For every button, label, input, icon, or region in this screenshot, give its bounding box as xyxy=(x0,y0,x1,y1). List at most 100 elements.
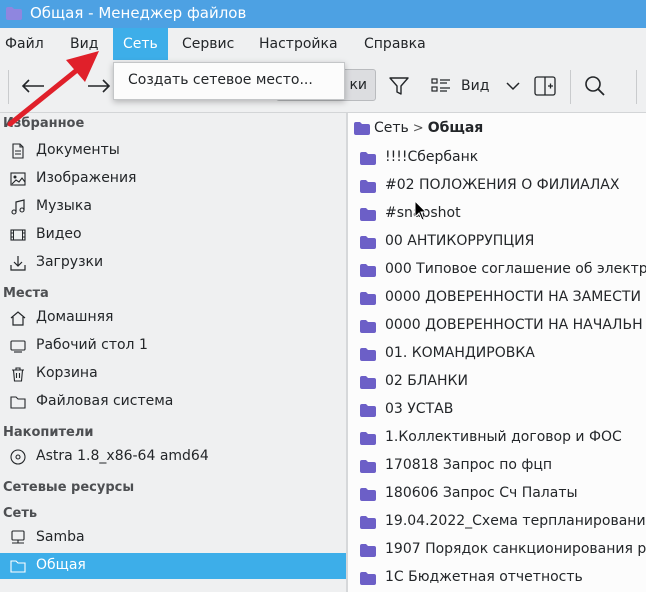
menu-service[interactable]: Сервис xyxy=(172,28,244,60)
folder-icon xyxy=(360,236,376,249)
back-button[interactable] xyxy=(18,74,48,98)
section-drives-header: Накопители xyxy=(3,425,94,440)
search-icon xyxy=(585,76,605,96)
details-view-icon xyxy=(431,78,450,92)
breadcrumb-current[interactable]: Общая xyxy=(428,120,484,136)
window-title: Общая - Менеджер файлов xyxy=(30,4,247,22)
folder-icon xyxy=(360,320,376,333)
sidebar-item-samba[interactable]: Samba xyxy=(0,525,346,551)
sidebar-item-video[interactable]: Видео xyxy=(0,222,346,248)
sidebar-item-label: Astra 1.8_x86-64 amd64 xyxy=(36,448,209,464)
sidebar-item-music[interactable]: Музыка xyxy=(0,194,346,220)
locations-button-label: ки xyxy=(349,77,367,93)
folder-icon xyxy=(360,544,376,557)
folder-icon xyxy=(360,208,376,221)
file-name: 01. КОМАНДИРОВКА xyxy=(385,345,535,361)
music-icon xyxy=(11,199,25,215)
folder-icon xyxy=(360,264,376,277)
document-icon xyxy=(12,143,24,159)
file-item[interactable]: 000 Типовое соглашение об электр xyxy=(348,257,646,285)
section-places-header: Места xyxy=(3,286,49,301)
desktop-icon xyxy=(10,340,26,353)
menu-item-create-network-place[interactable]: Создать сетевое место... xyxy=(128,72,313,88)
file-item[interactable]: 1907 Порядок санкционирования р xyxy=(348,537,646,565)
section-network-header: Сеть xyxy=(3,506,38,521)
disc-icon xyxy=(10,449,26,465)
network-icon xyxy=(11,530,25,544)
file-item[interactable]: 02 БЛАНКИ xyxy=(348,369,646,397)
file-item[interactable]: !!!!Сбербанк xyxy=(348,145,646,173)
file-name: 02 БЛАНКИ xyxy=(385,373,468,389)
file-item[interactable]: 00 АНТИКОРРУПЦИЯ xyxy=(348,229,646,257)
folder-icon xyxy=(360,376,376,389)
view-mode-label: Вид xyxy=(461,78,490,94)
filter-icon xyxy=(389,77,409,95)
breadcrumb-parent[interactable]: Сеть xyxy=(374,120,409,136)
sidebar-item-label: Документы xyxy=(36,142,120,158)
sidebar-item-images[interactable]: Изображения xyxy=(0,166,346,192)
sidebar-item-trash[interactable]: Корзина xyxy=(0,361,346,387)
home-icon xyxy=(10,311,26,326)
sidebar-item-label: Музыка xyxy=(36,198,92,214)
folder-icon xyxy=(354,121,370,135)
menu-bar: Файл Вид Сеть Сервис Настройка Справка xyxy=(0,28,646,60)
places-panel: Избранное Документы Изображения Музыка В… xyxy=(0,113,346,592)
file-item[interactable]: 03 УСТАВ xyxy=(348,397,646,425)
sidebar-item-downloads[interactable]: Загрузки xyxy=(0,250,346,276)
folder-icon xyxy=(10,396,26,409)
file-name: !!!!Сбербанк xyxy=(385,149,479,165)
file-item[interactable]: #02 ПОЛОЖЕНИЯ О ФИЛИАЛАХ xyxy=(348,173,646,201)
forward-button[interactable] xyxy=(84,74,114,98)
file-item[interactable]: #snapshot xyxy=(348,201,646,229)
menu-file[interactable]: Файл xyxy=(0,28,54,60)
folder-icon xyxy=(360,460,376,473)
file-name: 0000 ДОВЕРЕННОСТИ НА НАЧАЛЬН xyxy=(385,317,643,333)
filter-button[interactable] xyxy=(386,74,412,98)
file-item[interactable]: 19.04.2022_Схема терпланировани xyxy=(348,509,646,537)
menu-help[interactable]: Справка xyxy=(354,28,436,60)
file-name: 180606 Запрос Сч Палаты xyxy=(385,485,578,501)
file-item[interactable]: 170818 Запрос по фцп xyxy=(348,453,646,481)
menu-settings[interactable]: Настройка xyxy=(249,28,348,60)
folder-icon xyxy=(360,292,376,305)
file-item[interactable]: 01. КОМАНДИРОВКА xyxy=(348,341,646,369)
search-button[interactable] xyxy=(582,73,608,99)
folder-icon xyxy=(360,180,376,193)
section-favorites-header: Избранное xyxy=(3,116,85,131)
folder-icon xyxy=(360,488,376,501)
split-view-icon xyxy=(534,76,556,96)
sidebar-item-label: Рабочий стол 1 xyxy=(36,337,148,353)
sidebar-item-desktop[interactable]: Рабочий стол 1 xyxy=(0,333,346,359)
folder-icon xyxy=(360,152,376,165)
sidebar-item-home[interactable]: Домашняя xyxy=(0,305,346,331)
file-view: Сеть > Общая !!!!Сбербанк #02 ПОЛОЖЕНИЯ О… xyxy=(348,113,646,592)
file-name: 00 АНТИКОРРУПЦИЯ xyxy=(385,233,535,249)
sidebar-item-label: Изображения xyxy=(36,170,137,186)
sidebar-item-obshaya[interactable]: Общая xyxy=(0,553,346,579)
file-item[interactable]: 0000 ДОВЕРЕННОСТИ НА ЗАМЕСТИ xyxy=(348,285,646,313)
folder-icon xyxy=(360,516,376,529)
breadcrumb: Сеть > Общая xyxy=(354,117,483,139)
sidebar-item-filesystem[interactable]: Файловая система xyxy=(0,389,346,415)
file-item[interactable]: 1С Бюджетная отчетность xyxy=(348,565,646,592)
split-view-button[interactable] xyxy=(532,73,558,99)
trash-icon xyxy=(12,367,24,382)
file-item[interactable]: 0000 ДОВЕРЕННОСТИ НА НАЧАЛЬН xyxy=(348,313,646,341)
file-name: 000 Типовое соглашение об электр xyxy=(385,261,646,277)
menu-network[interactable]: Сеть xyxy=(113,28,168,60)
menu-view[interactable]: Вид xyxy=(60,28,108,60)
view-dropdown-button[interactable] xyxy=(503,74,523,98)
arrow-right-icon xyxy=(88,79,111,93)
download-icon xyxy=(10,256,26,271)
file-item[interactable]: 180606 Запрос Сч Палаты xyxy=(348,481,646,509)
sidebar-item-label: Видео xyxy=(36,226,82,242)
title-bar: Общая - Менеджер файлов xyxy=(0,0,646,28)
file-item[interactable]: 1.Коллективный договор и ФОС xyxy=(348,425,646,453)
sidebar-item-documents[interactable]: Документы xyxy=(0,138,346,164)
file-name: 03 УСТАВ xyxy=(385,401,454,417)
image-icon xyxy=(10,172,26,186)
folder-icon xyxy=(360,348,376,361)
sidebar-item-astra-disc[interactable]: Astra 1.8_x86-64 amd64 xyxy=(0,444,346,470)
file-name: 1С Бюджетная отчетность xyxy=(385,569,583,585)
view-mode-button[interactable]: Вид xyxy=(431,74,493,98)
